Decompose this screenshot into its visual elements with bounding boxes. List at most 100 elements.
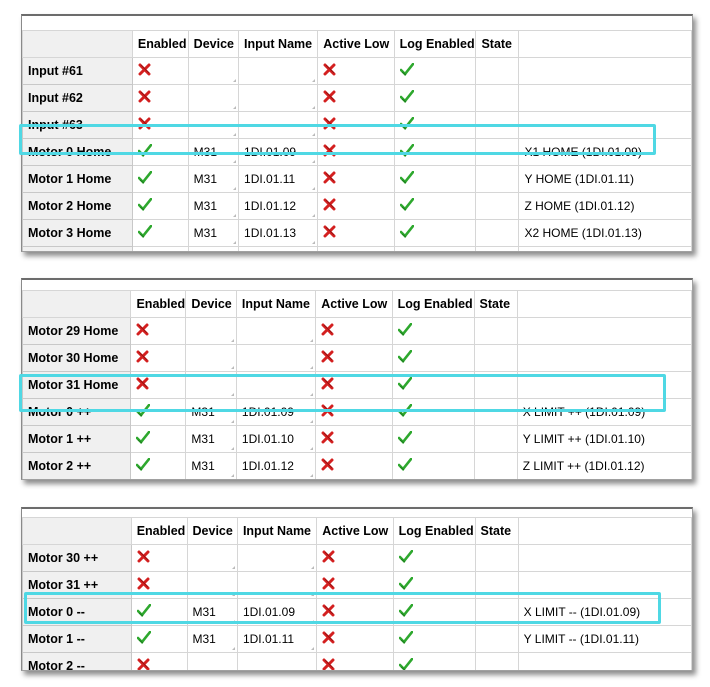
table-row[interactable]: Motor 2 ++ M31 1DI.01.12 Z LIMIT ++ (1DI.01…: [22, 452, 692, 479]
enabled-cell[interactable]: [131, 111, 189, 139]
input-name-cell[interactable]: 1DI.01.12: [235, 452, 317, 479]
input-name-cell[interactable]: 1DI.01.13: [238, 219, 319, 247]
cross-icon[interactable]: [321, 431, 334, 447]
cross-icon[interactable]: [323, 90, 336, 106]
col-header-state[interactable]: State: [474, 517, 519, 545]
cross-icon[interactable]: [321, 404, 334, 420]
device-cell[interactable]: M31: [187, 192, 240, 220]
enabled-cell[interactable]: [131, 57, 189, 85]
check-icon[interactable]: [397, 322, 412, 339]
active-low-cell[interactable]: [317, 138, 395, 166]
row-header[interactable]: Input #63: [22, 111, 133, 139]
cross-icon[interactable]: [323, 225, 336, 241]
cross-icon[interactable]: [137, 658, 150, 670]
active-low-cell[interactable]: [315, 317, 393, 345]
check-icon[interactable]: [397, 430, 412, 447]
enabled-cell[interactable]: [130, 344, 187, 372]
log-enabled-cell[interactable]: [392, 480, 474, 481]
log-enabled-cell[interactable]: [393, 246, 477, 251]
input-name-cell[interactable]: 1DI.01.11: [238, 165, 319, 193]
device-cell[interactable]: [186, 480, 236, 481]
table-row[interactable]: Motor 1 -- M31 1DI.01.11 Y LIMIT -- (1DI.01…: [22, 625, 692, 653]
col-header-state[interactable]: State: [475, 30, 520, 58]
enabled-cell[interactable]: [130, 317, 187, 345]
check-icon[interactable]: [398, 549, 413, 566]
log-enabled-cell[interactable]: [391, 398, 475, 426]
input-name-cell[interactable]: [236, 652, 318, 670]
device-cell[interactable]: M31: [187, 138, 240, 166]
check-icon[interactable]: [136, 630, 151, 647]
col-header-active-low[interactable]: Active Low: [315, 290, 393, 318]
row-header[interactable]: Motor 31 Home: [22, 371, 132, 399]
active-low-cell[interactable]: [315, 371, 393, 399]
log-enabled-cell[interactable]: [391, 344, 475, 372]
cross-icon[interactable]: [321, 323, 334, 339]
row-header[interactable]: Motor 2 Home: [22, 192, 133, 220]
col-header-enabled[interactable]: Enabled: [130, 517, 188, 545]
col-header-log-enabled[interactable]: Log Enabled: [391, 290, 475, 318]
check-icon[interactable]: [397, 376, 412, 393]
cross-icon[interactable]: [321, 350, 334, 366]
check-icon[interactable]: [397, 457, 412, 474]
col-header-device[interactable]: Device: [187, 30, 240, 58]
input-name-cell[interactable]: 1DI.01.09: [235, 398, 317, 426]
col-header-active-low[interactable]: Active Low: [317, 30, 395, 58]
active-low-cell[interactable]: [317, 57, 395, 85]
table-row[interactable]: Input #62: [22, 84, 692, 112]
col-header-enabled[interactable]: Enabled: [131, 30, 189, 58]
cross-icon[interactable]: [322, 604, 335, 620]
enabled-cell[interactable]: [131, 192, 189, 220]
enabled-cell[interactable]: [130, 425, 187, 453]
active-low-cell[interactable]: [317, 111, 395, 139]
cross-icon[interactable]: [136, 323, 149, 339]
active-low-cell[interactable]: [317, 246, 395, 251]
check-icon[interactable]: [397, 403, 412, 420]
check-icon[interactable]: [399, 143, 414, 160]
cross-icon[interactable]: [321, 377, 334, 393]
log-enabled-cell[interactable]: [391, 425, 475, 453]
active-low-cell[interactable]: [315, 425, 393, 453]
active-low-cell[interactable]: [316, 652, 394, 670]
table-row[interactable]: Motor 0 ++ M31 1DI.01.09 X LIMIT ++ (1DI.01…: [22, 398, 692, 426]
check-icon[interactable]: [398, 630, 413, 647]
enabled-cell[interactable]: [131, 165, 189, 193]
check-icon[interactable]: [399, 170, 414, 187]
cross-icon[interactable]: [322, 550, 335, 566]
check-icon[interactable]: [137, 197, 153, 214]
row-header[interactable]: Motor 2 ++: [22, 452, 132, 479]
row-header[interactable]: Motor 0 Home: [22, 138, 133, 166]
input-name-cell[interactable]: 1DI.01.11: [236, 625, 318, 653]
row-header[interactable]: Motor 1 Home: [22, 165, 133, 193]
row-header[interactable]: Motor 29 Home: [22, 317, 132, 345]
log-enabled-cell[interactable]: [393, 138, 477, 166]
active-low-cell[interactable]: [317, 219, 395, 247]
enabled-cell[interactable]: [130, 598, 188, 626]
row-header[interactable]: Motor 1 ++: [22, 425, 132, 453]
col-header-device[interactable]: Device: [186, 517, 238, 545]
table-row[interactable]: Motor 2 --: [22, 652, 692, 670]
col-header-log-enabled[interactable]: Log Enabled: [393, 30, 477, 58]
device-cell[interactable]: [186, 652, 238, 670]
input-name-cell[interactable]: [238, 84, 319, 112]
row-header[interactable]: Motor 3 Home: [22, 219, 133, 247]
check-icon[interactable]: [398, 657, 413, 670]
input-name-cell[interactable]: [235, 317, 317, 345]
table-row[interactable]: Motor 1 Home M31 1DI.01.11 Y HOME (1DI.01.1…: [22, 165, 692, 193]
input-name-cell[interactable]: 1DI.01.09: [238, 138, 319, 166]
check-icon[interactable]: [136, 603, 151, 620]
enabled-cell[interactable]: [131, 219, 189, 247]
row-header[interactable]: Motor 0 ++: [22, 398, 132, 426]
log-enabled-cell[interactable]: [393, 84, 477, 112]
device-cell[interactable]: [185, 371, 237, 399]
input-name-cell[interactable]: [238, 111, 319, 139]
device-cell[interactable]: M31: [187, 165, 240, 193]
enabled-cell[interactable]: [131, 138, 189, 166]
check-icon[interactable]: [136, 430, 151, 447]
device-cell[interactable]: [185, 344, 237, 372]
enabled-cell[interactable]: [130, 544, 188, 572]
table-row[interactable]: Motor 4 Home: [22, 246, 692, 251]
log-enabled-cell[interactable]: [393, 165, 477, 193]
device-cell[interactable]: M31: [187, 219, 240, 247]
row-header[interactable]: Motor 1 --: [22, 625, 132, 653]
input-name-cell[interactable]: 1DI.01.10: [235, 425, 317, 453]
